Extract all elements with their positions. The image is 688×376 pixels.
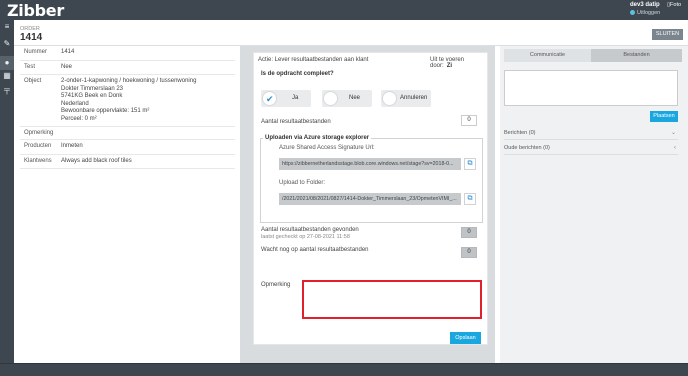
result-count-input[interactable]: 0 <box>461 115 477 126</box>
profile-photo-label: Foto <box>670 2 682 8</box>
action-title: Actie: Lever resultaatbestanden aan klan… <box>258 57 369 63</box>
profile-photo[interactable]: ▯Foto <box>667 2 681 8</box>
assignee: Uit te voeren door: Zi <box>430 57 487 69</box>
sas-url-field[interactable]: https://zibbernetherlandsstage.blob.core… <box>279 158 461 170</box>
remark-textarea[interactable] <box>302 280 482 319</box>
detail-value: 1414 <box>61 49 75 55</box>
detail-value: Inmeten <box>61 143 83 149</box>
detail-row-klantwens: Klantwens Always add black roof tiles <box>20 155 235 169</box>
radio-ja[interactable]: ✔ <box>262 91 277 106</box>
logout-icon <box>630 10 635 15</box>
save-button[interactable]: Opslaan <box>450 332 481 344</box>
azure-upload-fieldset: Uploaden via Azure storage explorer Azur… <box>260 135 483 223</box>
copy-sas-url-button[interactable]: ⧉ <box>464 158 476 170</box>
detail-label: Test <box>24 63 36 70</box>
detail-label: Klantwens <box>24 157 52 164</box>
option-annuleren[interactable]: Annuleren <box>381 90 431 107</box>
option-nee[interactable]: Nee <box>322 90 372 107</box>
waiting-label: Wacht nog op aantal resultaatbestanden <box>261 247 369 253</box>
chevron-down-icon: ⌄ <box>670 130 676 136</box>
upload-folder-label: Upload to Folder: <box>279 180 326 186</box>
map-icon[interactable]: ▦ <box>3 72 11 80</box>
app-logo[interactable]: Zibber <box>7 1 64 20</box>
copy-folder-button[interactable]: ⧉ <box>464 193 476 205</box>
chevron-left-icon: ‹ <box>674 145 676 151</box>
detail-row-producten: Producten Inmeten <box>20 140 235 155</box>
wrench-icon[interactable]: ✎ <box>3 40 11 48</box>
order-number: 1414 <box>20 32 43 43</box>
assignee-value: Zi <box>446 63 453 69</box>
logout-link[interactable]: Uitloggen <box>630 10 660 16</box>
object-line: Perceel: 0 m² <box>61 115 97 122</box>
tab-communicatie[interactable]: Communicatie <box>504 49 591 62</box>
completion-question: Is de opdracht compleet? <box>261 71 334 77</box>
checkmark-icon: ✔ <box>266 94 274 104</box>
user-name: dev3 datip <box>630 2 660 8</box>
communication-sidebar: Communicatie Bestanden Plaatsen Berichte… <box>500 46 688 363</box>
detail-label: Object <box>24 78 42 84</box>
waiting-count-value: 0 <box>461 247 477 258</box>
radio-nee[interactable] <box>323 91 338 106</box>
accordion-label: Oude berichten (0) <box>504 145 550 151</box>
accordion-oude-berichten[interactable]: Oude berichten (0) ‹ <box>504 141 678 155</box>
detail-row-test: Test Nee <box>20 61 235 75</box>
order-details: Nummer 1414 Test Nee Object 2-onder-1-ka… <box>20 46 235 169</box>
remark-label: Opmerking <box>261 282 291 288</box>
detail-label: Producten <box>24 143 52 149</box>
detail-label: Nummer <box>24 49 48 55</box>
detail-value: 2-onder-1-kapwoning / hoekwoning / tusse… <box>61 78 196 123</box>
accordion-label: Berichten (0) <box>504 130 536 136</box>
last-checked-text: laatst gecheckt op 27-08-2021 11:58 <box>261 234 350 240</box>
object-line: 2-onder-1-kapwoning / hoekwoning / tusse… <box>61 78 197 84</box>
option-label: Annuleren <box>400 95 428 101</box>
detail-row-nummer: Nummer 1414 <box>20 46 235 61</box>
top-bar: Zibber dev3 datip Uitloggen ▯Foto <box>0 0 688 20</box>
found-count-value: 0 <box>461 227 477 238</box>
left-nav-rail: ≡ ✎ ● ▦ ╤ <box>0 20 14 363</box>
option-ja[interactable]: ✔ Ja <box>261 90 311 107</box>
object-line: Nederland <box>61 100 89 107</box>
logout-label: Uitloggen <box>637 10 661 16</box>
bottom-bar <box>0 363 688 376</box>
copy-icon: ⧉ <box>467 160 473 167</box>
object-line: Bewoonbare oppervlakte: 151 m² <box>61 108 150 114</box>
sas-url-label: Azure Shared Access Signature Url: <box>279 145 375 151</box>
option-label: Ja <box>292 95 299 101</box>
task-panel: Actie: Lever resultaatbestanden aan klan… <box>253 52 488 345</box>
detail-row-object: Object 2-onder-1-kapwoning / hoekwoning … <box>20 75 235 127</box>
detail-value: Always add black roof tiles <box>61 157 132 164</box>
signpost-icon[interactable]: ╤ <box>3 86 11 94</box>
close-button[interactable]: SLUITEN <box>652 29 683 40</box>
accordion-berichten[interactable]: Berichten (0) ⌄ <box>504 126 678 140</box>
order-header: ORDER 1414 SLUITEN <box>14 20 688 46</box>
user-icon[interactable]: ● <box>3 59 11 67</box>
result-count-label: Aantal resultaatbestanden <box>261 119 331 125</box>
object-line: 5741KG Beek en Donk <box>61 93 123 99</box>
option-label: Nee <box>349 95 361 101</box>
task-area: Actie: Lever resultaatbestanden aan klan… <box>240 46 495 363</box>
copy-icon: ⧉ <box>467 195 473 202</box>
detail-row-opmerking: Opmerking <box>20 127 235 140</box>
tab-bestanden[interactable]: Bestanden <box>591 49 682 62</box>
radio-annuleren[interactable] <box>382 91 397 106</box>
detail-value: Nee <box>61 63 73 70</box>
message-textarea[interactable] <box>504 70 678 106</box>
detail-label: Opmerking <box>24 130 54 136</box>
found-count-label: Aantal resultaatbestanden gevonden <box>261 227 359 233</box>
post-button[interactable]: Plaatsen <box>650 111 678 122</box>
menu-icon[interactable]: ≡ <box>3 23 11 31</box>
upload-folder-field[interactable]: /2021/2021/08/2021/0827/1414-Dokter_Timm… <box>279 193 461 205</box>
object-line: Dokter Timmerslaan 23 <box>61 85 124 92</box>
azure-upload-legend: Uploaden via Azure storage explorer <box>263 135 372 141</box>
